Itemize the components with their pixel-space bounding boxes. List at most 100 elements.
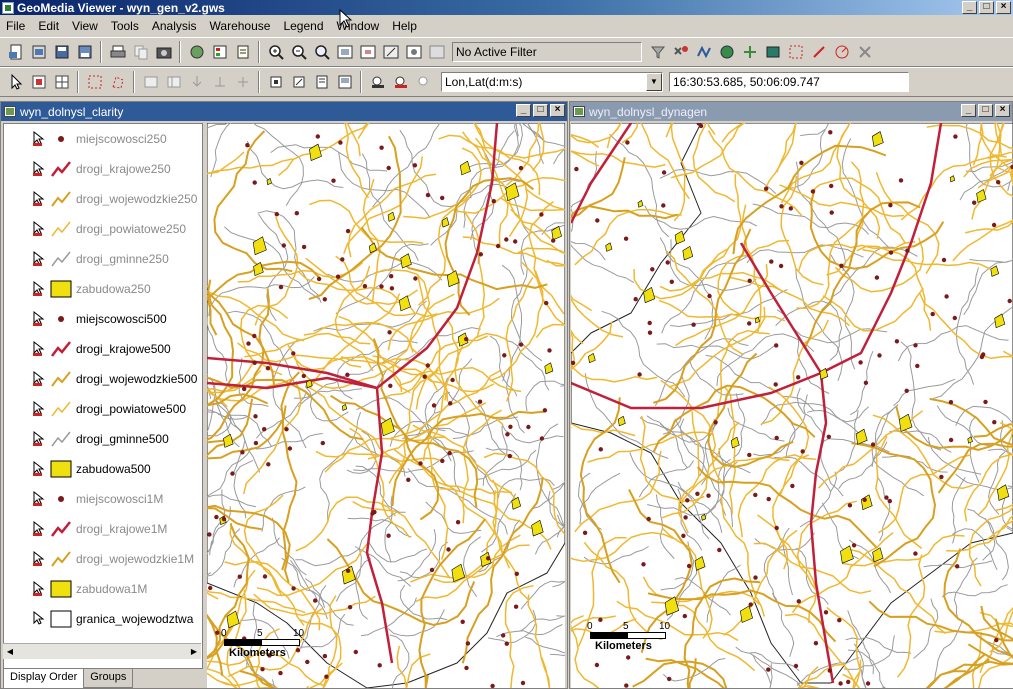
scroll-right-icon[interactable]: ▶ (187, 645, 201, 659)
legend-item[interactable]: miejscowosci500 (4, 304, 202, 334)
menu-legend[interactable]: Legend (277, 19, 330, 33)
select-arrow-icon[interactable] (32, 521, 46, 537)
legend-item[interactable]: drogi_wojewodzkie1M (4, 544, 202, 574)
menu-warehouse[interactable]: Warehouse (204, 19, 278, 33)
map-view-clarity[interactable]: 0 5 10 Kilometers (207, 123, 565, 688)
query-icon[interactable] (670, 42, 691, 63)
thematic-icon[interactable] (762, 42, 783, 63)
select-arrow-icon[interactable] (32, 161, 46, 177)
legend-item[interactable]: zabudowa500 (4, 454, 202, 484)
new-icon[interactable] (5, 42, 26, 63)
legend-item[interactable]: drogi_powiatowe500 (4, 394, 202, 424)
select-arrow-icon[interactable] (32, 281, 46, 297)
menu-file[interactable]: File (0, 19, 32, 33)
menu-help[interactable]: Help (386, 19, 424, 33)
camera-icon[interactable] (153, 42, 174, 63)
tab-groups[interactable]: Groups (83, 668, 134, 688)
save-as-icon[interactable] (74, 42, 95, 63)
label-icon[interactable] (186, 72, 207, 93)
refresh-icon[interactable] (426, 42, 447, 63)
layout-icon[interactable] (334, 72, 355, 93)
copy-icon[interactable] (130, 42, 151, 63)
maximize-button[interactable]: □ (979, 1, 994, 14)
pan-icon[interactable] (380, 42, 401, 63)
spatial-query-icon[interactable] (716, 42, 737, 63)
grid-icon[interactable] (51, 72, 72, 93)
fit-all-icon[interactable] (334, 42, 355, 63)
select-arrow-icon[interactable] (32, 581, 46, 597)
legend-icon[interactable] (209, 42, 230, 63)
close-button[interactable]: × (995, 104, 1010, 117)
geometry-icon[interactable] (232, 72, 253, 93)
select-arrow-icon[interactable] (32, 461, 46, 477)
filter-icon[interactable] (647, 42, 668, 63)
legend-item[interactable]: drogi_krajowe250 (4, 154, 202, 184)
map-canvas[interactable] (571, 123, 1013, 688)
measure-angle-icon[interactable] (831, 42, 852, 63)
select-arrow-icon[interactable] (32, 431, 46, 447)
select-arrow-icon[interactable] (32, 251, 46, 267)
legend-item[interactable]: drogi_krajowe1M (4, 514, 202, 544)
select-arrow-icon[interactable] (32, 371, 46, 387)
legend-item[interactable]: drogi_wojewodzkie500 (4, 364, 202, 394)
open-icon[interactable] (28, 42, 49, 63)
select-arrow-icon[interactable] (32, 221, 46, 237)
map-view-dynagen[interactable]: 0 5 10 Kilometers (571, 123, 1013, 688)
minimize-button[interactable]: _ (962, 1, 977, 14)
find-icon[interactable] (367, 72, 388, 93)
insert-text-icon[interactable] (209, 72, 230, 93)
select-tool-icon[interactable] (5, 72, 26, 93)
close-button[interactable]: × (550, 104, 565, 117)
tab-display-order[interactable]: Display Order (3, 668, 85, 688)
scroll-left-icon[interactable]: ◀ (3, 645, 17, 659)
find-next-icon[interactable] (390, 72, 411, 93)
add-feature-icon[interactable] (265, 72, 286, 93)
zoom-in-icon[interactable] (265, 42, 286, 63)
close-button[interactable]: × (996, 1, 1011, 14)
menu-tools[interactable]: Tools (105, 19, 146, 33)
minimize-button[interactable]: _ (961, 104, 976, 117)
table-icon[interactable] (163, 72, 184, 93)
select-arrow-icon[interactable] (32, 191, 46, 207)
fit-selected-icon[interactable] (357, 42, 378, 63)
data-view-icon[interactable] (140, 72, 161, 93)
find-all-icon[interactable] (413, 72, 434, 93)
save-icon[interactable] (51, 42, 72, 63)
network-icon[interactable] (739, 42, 760, 63)
menu-view[interactable]: View (66, 19, 105, 33)
measure-icon[interactable] (808, 42, 829, 63)
clear-icon[interactable] (854, 42, 875, 63)
minimize-button[interactable]: _ (516, 104, 531, 117)
zoom-out-icon[interactable] (288, 42, 309, 63)
add-layer-icon[interactable] (186, 42, 207, 63)
display-icon[interactable] (403, 42, 424, 63)
maximize-button[interactable]: □ (978, 104, 993, 117)
properties-icon[interactable] (232, 42, 253, 63)
coordinate-system-select[interactable]: Lon,Lat(d:m:s) ▼ (441, 72, 663, 92)
select-set-icon[interactable] (28, 72, 49, 93)
zoom-previous-icon[interactable] (311, 42, 332, 63)
legend-item[interactable]: zabudowa1M (4, 574, 202, 604)
select-arrow-icon[interactable] (32, 341, 46, 357)
print-icon[interactable] (107, 42, 128, 63)
legend-item[interactable]: drogi_powiatowe250 (4, 214, 202, 244)
edit-feature-icon[interactable] (288, 72, 309, 93)
maximize-button[interactable]: □ (533, 104, 548, 117)
select-arrow-icon[interactable] (32, 311, 46, 327)
menu-analysis[interactable]: Analysis (146, 19, 204, 33)
fence-icon[interactable] (84, 72, 105, 93)
legend-item[interactable]: drogi_krajowe500 (4, 334, 202, 364)
legend-item[interactable]: granica_wojewodztwa (4, 604, 202, 634)
legend-item[interactable]: drogi_gminne250 (4, 244, 202, 274)
select-box-icon[interactable] (785, 42, 806, 63)
attribute-icon[interactable] (311, 72, 332, 93)
legend-item[interactable]: zabudowa250 (4, 274, 202, 304)
select-arrow-icon[interactable] (32, 551, 46, 567)
menu-edit[interactable]: Edit (32, 19, 66, 33)
polygon-select-icon[interactable] (107, 72, 128, 93)
select-arrow-icon[interactable] (32, 611, 46, 627)
select-arrow-icon[interactable] (32, 401, 46, 417)
map-canvas[interactable] (207, 123, 565, 688)
legend-item[interactable]: miejscowosci1M (4, 484, 202, 514)
select-arrow-icon[interactable] (32, 131, 46, 147)
